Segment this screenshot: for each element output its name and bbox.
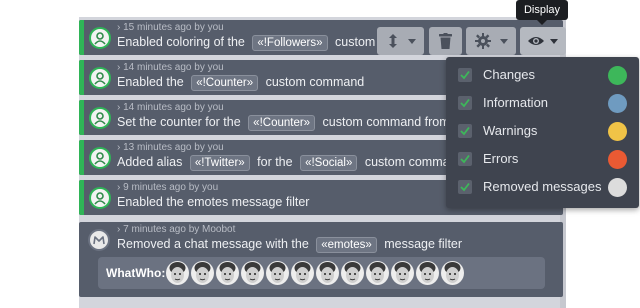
trash-icon bbox=[439, 33, 452, 49]
entry-text: for the bbox=[253, 155, 297, 169]
entry-text: Removed a chat message with the bbox=[117, 237, 313, 251]
chevron-down-icon bbox=[500, 39, 508, 44]
feed-entry-moobot: › 7 minutes ago by Moobot Removed a chat… bbox=[79, 222, 563, 297]
display-option-changes[interactable]: Changes bbox=[446, 61, 639, 89]
entry-text: Enabled coloring of the bbox=[117, 35, 249, 49]
emote-face-icon bbox=[291, 261, 314, 285]
sort-arrows-icon bbox=[389, 34, 397, 48]
checkbox-checked-icon[interactable] bbox=[458, 68, 472, 82]
chevron-down-icon bbox=[408, 39, 416, 44]
display-option-label: Removed messages bbox=[483, 179, 602, 194]
entry-text: message filter bbox=[380, 237, 463, 251]
filter-tag[interactable]: «emotes» bbox=[316, 237, 377, 253]
removed-message: WhatWho: bbox=[98, 257, 545, 289]
entry-text: Enabled the emotes message filter bbox=[117, 195, 310, 209]
checkbox-checked-icon[interactable] bbox=[458, 96, 472, 110]
entry-text: custom command bbox=[262, 75, 365, 89]
eye-icon bbox=[528, 37, 544, 45]
color-swatch bbox=[608, 122, 627, 141]
emote-face-icon bbox=[241, 261, 264, 285]
display-option-label: Warnings bbox=[483, 123, 538, 138]
entry-status-bar bbox=[79, 60, 84, 95]
entry-text: Set the counter for the bbox=[117, 115, 245, 129]
display-option-errors[interactable]: Errors bbox=[446, 145, 639, 173]
gear-icon bbox=[475, 33, 491, 49]
entry-message: Enabled the «!Counter» custom command bbox=[117, 75, 364, 91]
entry-meta: › 14 minutes ago by you bbox=[117, 62, 224, 73]
delete-button[interactable] bbox=[429, 27, 462, 55]
entry-meta: › 15 minutes ago by you bbox=[117, 22, 224, 33]
entry-meta: › 14 minutes ago by you bbox=[117, 102, 224, 113]
command-tag[interactable]: «!Counter» bbox=[248, 115, 316, 131]
emote-face-icon bbox=[366, 261, 389, 285]
emote-face-icon bbox=[416, 261, 439, 285]
checkbox-checked-icon[interactable] bbox=[458, 152, 472, 166]
tooltip-arrow bbox=[537, 20, 547, 25]
user-avatar-icon bbox=[89, 187, 111, 209]
color-swatch bbox=[608, 66, 627, 85]
moobot-avatar-icon bbox=[88, 229, 110, 251]
entry-message: Set the counter for the «!Counter» custo… bbox=[117, 115, 474, 131]
display-option-information[interactable]: Information bbox=[446, 89, 639, 117]
display-option-label: Information bbox=[483, 95, 549, 110]
user-avatar-icon bbox=[89, 147, 111, 169]
emote-face-icon bbox=[191, 261, 214, 285]
checkbox-checked-icon[interactable] bbox=[458, 124, 472, 138]
entry-status-bar bbox=[79, 180, 84, 215]
sort-button[interactable] bbox=[377, 27, 424, 55]
entry-message: Removed a chat message with the «emotes»… bbox=[117, 237, 462, 253]
entry-message: Enabled the emotes message filter bbox=[117, 195, 309, 209]
entry-status-bar bbox=[79, 100, 84, 135]
entry-meta: › 13 minutes ago by you bbox=[117, 142, 224, 153]
user-avatar-icon bbox=[89, 67, 111, 89]
entry-message: Added alias «!Twitter» for the «!Social»… bbox=[117, 155, 464, 171]
emote-face-icon bbox=[266, 261, 289, 285]
command-tag[interactable]: «!Counter» bbox=[191, 75, 259, 91]
display-menu: Changes Information Warnings Errors Remo… bbox=[446, 57, 639, 208]
entry-text: custom command from bbox=[319, 115, 454, 129]
display-tooltip: Display bbox=[516, 0, 568, 20]
entry-text: Enabled the bbox=[117, 75, 188, 89]
entry-status-bar bbox=[79, 20, 84, 55]
checkbox-checked-icon[interactable] bbox=[458, 180, 472, 194]
entry-status-bar bbox=[79, 140, 84, 175]
user-avatar-icon bbox=[89, 107, 111, 129]
emote-face-icon bbox=[441, 261, 464, 285]
chevron-down-icon bbox=[550, 39, 558, 44]
emote-face-icon bbox=[166, 261, 189, 285]
settings-button[interactable] bbox=[466, 27, 516, 55]
command-tag[interactable]: «!Social» bbox=[300, 155, 358, 171]
display-option-removed-messages[interactable]: Removed messages bbox=[446, 173, 639, 201]
display-button[interactable] bbox=[520, 27, 566, 55]
entry-text: Added alias bbox=[117, 155, 186, 169]
command-tag[interactable]: «!Followers» bbox=[252, 35, 328, 51]
emote-face-icon bbox=[216, 261, 239, 285]
chat-username: WhatWho: bbox=[106, 266, 166, 280]
display-option-label: Changes bbox=[483, 67, 536, 82]
entry-meta: › 7 minutes ago by Moobot bbox=[117, 224, 236, 235]
color-swatch bbox=[608, 150, 627, 169]
emote-face-icon bbox=[316, 261, 339, 285]
display-option-label: Errors bbox=[483, 151, 519, 166]
entry-message: Enabled coloring of the «!Followers» cus… bbox=[117, 35, 392, 51]
command-tag[interactable]: «!Twitter» bbox=[189, 155, 250, 171]
entry-meta: › 9 minutes ago by you bbox=[117, 182, 219, 193]
user-avatar-icon bbox=[89, 27, 111, 49]
color-swatch bbox=[608, 178, 627, 197]
emote-face-icon bbox=[341, 261, 364, 285]
color-swatch bbox=[608, 94, 627, 113]
emote-face-icon bbox=[391, 261, 414, 285]
display-option-warnings[interactable]: Warnings bbox=[446, 117, 639, 145]
